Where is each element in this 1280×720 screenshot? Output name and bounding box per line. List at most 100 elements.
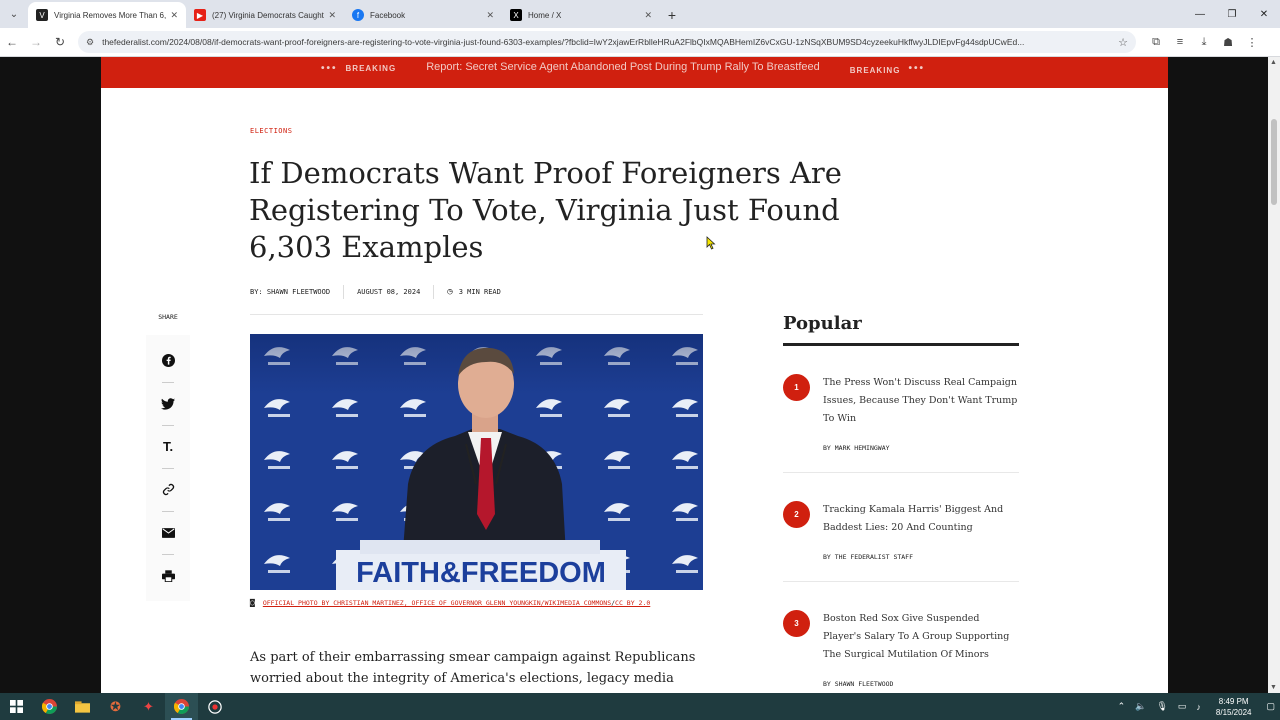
article-body-paragraph: As part of their embarrassing smear camp… [250, 650, 696, 693]
twitter-share-icon[interactable] [146, 382, 190, 425]
url-text[interactable]: thefederalist.com/2024/08/08/if-democrat… [102, 37, 1112, 47]
publish-date: AUGUST 08, 2024 [357, 288, 421, 296]
popular-item-title[interactable]: The Press Won't Discuss Real Campaign Is… [823, 374, 1019, 428]
page-viewport: ••• BREAKING Report: Secret Service Agen… [0, 57, 1280, 693]
scrollbar-thumb[interactable] [1271, 119, 1277, 205]
reload-icon[interactable]: ↻ [48, 35, 72, 49]
minimize-icon[interactable]: — [1184, 9, 1216, 20]
email-share-icon[interactable] [146, 511, 190, 554]
breaking-headline[interactable]: Report: Secret Service Agent Abandoned P… [426, 61, 820, 73]
extensions-icon[interactable]: ⧉ [1144, 36, 1168, 49]
license-link[interactable]: CC BY 2.0 [615, 599, 650, 607]
system-clock[interactable]: 8:49 PM 8/15/2024 [1216, 696, 1252, 718]
back-arrow-icon[interactable]: ← [0, 35, 24, 49]
popular-item[interactable]: 3 Boston Red Sox Give Suspended Player's… [783, 582, 1019, 693]
popular-item-title[interactable]: Boston Red Sox Give Suspended Player's S… [823, 610, 1019, 664]
tab-label: Home / X [528, 10, 562, 20]
app-taskbar-icon[interactable]: ✪ [99, 693, 132, 720]
file-explorer-icon[interactable] [66, 693, 99, 720]
bookmark-star-icon[interactable]: ☆ [1118, 36, 1128, 49]
tab-close-icon[interactable]: ✕ [486, 10, 494, 21]
page-scrollbar[interactable]: ▲ ▼ [1268, 57, 1280, 693]
x-favicon-icon: X [510, 9, 522, 21]
scroll-up-arrow-icon[interactable]: ▲ [1270, 59, 1277, 66]
tab-label: (27) Virginia Democrats Caught [212, 10, 324, 20]
popular-sidebar: Popular 1 The Press Won't Discuss Real C… [783, 313, 1019, 693]
tab-facebook[interactable]: f Facebook ✕ [344, 2, 502, 28]
tab-label: Facebook [370, 10, 406, 20]
tab-youtube[interactable]: ▶ (27) Virginia Democrats Caught ✕ [186, 2, 344, 28]
window-controls: — ❐ ✕ [1184, 0, 1280, 28]
federalist-favicon-icon: V [36, 9, 48, 21]
article-title: If Democrats Want Proof Foreigners Are R… [249, 156, 842, 264]
clock-date: 8/15/2024 [1215, 707, 1252, 717]
clock-icon: ◷ [447, 287, 453, 297]
podium-sign: FAITH&FREEDOM [356, 557, 606, 589]
new-tab-plus-icon[interactable]: + [660, 2, 684, 28]
photo-caption: ◙ OFFICIAL PHOTO BY CHRISTIAN MARTINEZ, … [250, 598, 650, 607]
print-icon[interactable] [146, 554, 190, 597]
tab-close-icon[interactable]: ✕ [170, 10, 178, 21]
popular-item-author[interactable]: BY MARK HEMINGWAY [823, 444, 1019, 452]
share-rail: SHARE T. [146, 313, 190, 601]
breaking-news-ticker[interactable]: ••• BREAKING Report: Secret Service Agen… [101, 57, 1168, 88]
site-info-icon[interactable]: ⚙ [86, 37, 94, 48]
camera-icon: ◙ [250, 598, 255, 607]
popular-item-author[interactable]: BY SHAWN FLEETWOOD [823, 680, 1019, 688]
article-category[interactable]: ELECTIONS [250, 127, 292, 135]
profile-icon[interactable]: ☗ [1216, 36, 1240, 49]
ticker-dots: ••• [908, 63, 925, 74]
tab-close-icon[interactable]: ✕ [328, 10, 336, 21]
menu-kebab-icon[interactable]: ⋮ [1240, 36, 1264, 49]
read-time: 3 MIN READ [458, 288, 501, 296]
notifications-icon[interactable]: ▢ [1266, 701, 1275, 712]
article-page: ••• BREAKING Report: Secret Service Agen… [101, 57, 1168, 693]
restore-icon[interactable]: ❐ [1216, 9, 1248, 20]
byline-divider [433, 285, 435, 299]
tab-virginia[interactable]: V Virginia Removes More Than 6, ✕ [28, 2, 186, 28]
share-label: SHARE [158, 313, 178, 321]
app-taskbar-icon[interactable]: ✦ [132, 693, 165, 720]
tab-close-icon[interactable]: ✕ [644, 10, 652, 21]
chrome-taskbar-icon[interactable] [33, 693, 66, 720]
media-controls-icon[interactable]: ≡ [1168, 36, 1192, 49]
rank-badge: 2 [783, 501, 810, 528]
byline-rule [250, 314, 703, 315]
url-omnibox[interactable]: ⚙ thefederalist.com/2024/08/08/if-democr… [78, 31, 1136, 53]
speaker-icon[interactable]: ♪ [1196, 702, 1201, 712]
tab-label: Virginia Removes More Than 6, [54, 10, 167, 20]
photo-credit-link[interactable]: OFFICIAL PHOTO BY CHRISTIAN MARTINEZ, OF… [263, 599, 611, 607]
tab-search-chevron-icon[interactable]: ⌄ [4, 4, 24, 24]
popular-heading: Popular [783, 313, 1019, 346]
windows-taskbar: ✪ ✦ ⌃ 🔈 🎙 ▭ ♪ 8:49 PM 8/15/2024 ▢ [0, 693, 1280, 720]
volume-icon[interactable]: 🔈 [1135, 701, 1146, 712]
tray-chevron-icon[interactable]: ⌃ [1118, 701, 1126, 712]
close-window-icon[interactable]: ✕ [1248, 9, 1280, 20]
microphone-icon[interactable]: 🎙 [1156, 701, 1167, 712]
network-icon[interactable]: ▭ [1178, 701, 1187, 712]
facebook-favicon-icon: f [352, 9, 364, 21]
copy-link-icon[interactable] [146, 468, 190, 511]
article-byline: BY: SHAWN FLEETWOOD AUGUST 08, 2024 ◷ 3 … [250, 285, 501, 299]
byline-divider [343, 285, 345, 299]
truth-social-share-icon[interactable]: T. [146, 425, 190, 468]
windows-start-icon[interactable] [0, 693, 33, 720]
tab-x[interactable]: X Home / X ✕ [502, 2, 660, 28]
recorder-taskbar-icon[interactable] [198, 693, 231, 720]
chrome-active-taskbar-icon[interactable] [165, 693, 198, 720]
browser-tab-bar: ⌄ V Virginia Removes More Than 6, ✕ ▶ (2… [0, 0, 1280, 28]
popular-item[interactable]: 2 Tracking Kamala Harris' Biggest And Ba… [783, 473, 1019, 582]
clock-time: 8:49 PM [1218, 696, 1249, 706]
facebook-share-icon[interactable] [146, 339, 190, 382]
system-tray: ⌃ 🔈 🎙 ▭ ♪ 8:49 PM 8/15/2024 ▢ [1113, 696, 1280, 718]
breaking-label: BREAKING [345, 64, 397, 73]
downloads-icon[interactable]: ⤓ [1192, 36, 1216, 49]
scroll-down-arrow-icon[interactable]: ▼ [1270, 684, 1277, 691]
rank-badge: 1 [783, 374, 810, 401]
author-name[interactable]: BY: SHAWN FLEETWOOD [250, 288, 330, 296]
popular-item[interactable]: 1 The Press Won't Discuss Real Campaign … [783, 346, 1019, 473]
popular-item-title[interactable]: Tracking Kamala Harris' Biggest And Badd… [823, 501, 1019, 537]
hero-photo: FAITH&FREEDOM [250, 334, 703, 590]
popular-item-author[interactable]: BY THE FEDERALIST STAFF [823, 553, 1019, 561]
forward-arrow-icon[interactable]: → [24, 35, 48, 49]
